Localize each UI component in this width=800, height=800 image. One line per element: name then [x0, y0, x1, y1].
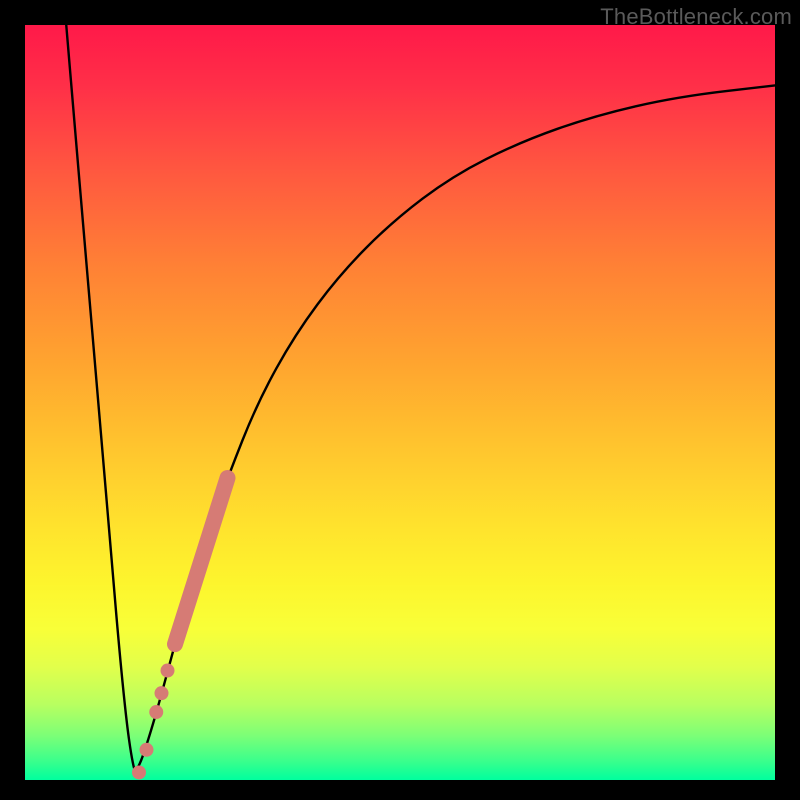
salmon-dot [149, 705, 163, 719]
salmon-thick-segment [175, 478, 228, 644]
plot-area [25, 25, 775, 780]
salmon-markers [25, 25, 775, 780]
salmon-dot [161, 664, 175, 678]
salmon-dot [140, 743, 154, 757]
salmon-dots-group [132, 664, 175, 780]
chart-stage: TheBottleneck.com [0, 0, 800, 800]
salmon-dot [132, 765, 146, 779]
salmon-dot [155, 686, 169, 700]
